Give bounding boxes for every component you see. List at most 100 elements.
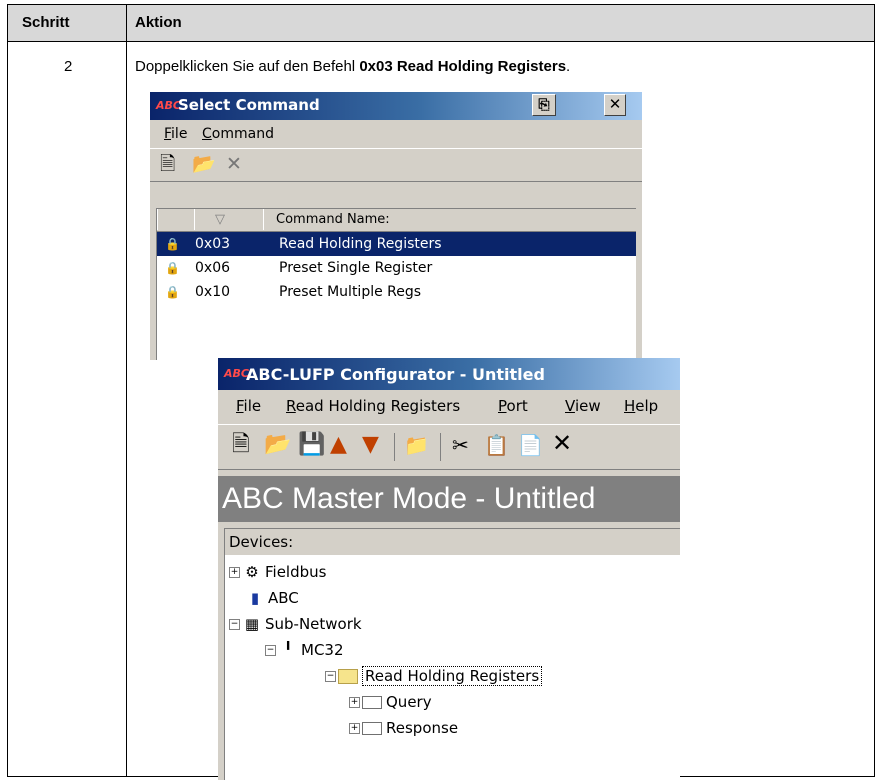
paste-icon[interactable]: 📄 bbox=[518, 432, 543, 458]
menu-command-rest: ommand bbox=[211, 126, 274, 142]
configurator-toolbar: 🗎 📂 💾 ▲ ▼ 📁 ✂ 📋 📄 ✕ bbox=[218, 424, 680, 470]
configurator-window: ABC ABC-LUFP Configurator - Untitled Fil… bbox=[218, 358, 680, 780]
menu-file[interactable]: File bbox=[164, 126, 187, 142]
action-text: Doppelklicken Sie auf den Befehl 0x03 Re… bbox=[135, 58, 570, 75]
command-code: 0x03 bbox=[195, 236, 231, 252]
print-icon[interactable]: ⎘ bbox=[532, 94, 556, 116]
tree-label: MC32 bbox=[301, 641, 344, 659]
select-command-window: ABC Select Command ⎘ ✕ File Command 🗎 📂 … bbox=[150, 92, 642, 360]
action-command: 0x03 Read Holding Registers bbox=[359, 58, 567, 75]
menu-port-key: P bbox=[498, 397, 507, 415]
lock-icon: 🔒 bbox=[165, 261, 180, 275]
command-row[interactable]: 🔒 0x03 Read Holding Registers bbox=[157, 232, 636, 256]
new-icon[interactable]: 🗎 bbox=[232, 432, 250, 458]
app-logo-icon: ABC bbox=[156, 99, 181, 112]
node-icon: ╹ bbox=[283, 641, 293, 659]
tree-item-fieldbus[interactable]: + ⚙ Fieldbus bbox=[229, 561, 326, 583]
column-divider bbox=[126, 5, 127, 776]
tree-item-response[interactable]: + Response bbox=[349, 717, 458, 739]
menu-view[interactable]: View bbox=[565, 397, 601, 415]
command-row[interactable]: 🔒 0x10 Preset Multiple Regs bbox=[157, 280, 636, 304]
close-icon[interactable]: ✕ bbox=[604, 94, 626, 116]
cut-icon[interactable]: ✂ bbox=[452, 432, 469, 458]
menu-file-key: F bbox=[236, 397, 244, 415]
command-code: 0x06 bbox=[195, 260, 231, 276]
tree-item-read-holding-registers[interactable]: − Read Holding Registers bbox=[325, 665, 543, 687]
upload-icon[interactable]: ▲ bbox=[330, 432, 347, 458]
tree-label: Response bbox=[386, 719, 459, 737]
lock-icon: 🔒 bbox=[165, 237, 180, 251]
expand-icon[interactable]: + bbox=[349, 723, 360, 734]
tree-label: Read Holding Registers bbox=[362, 666, 543, 686]
menu-file-rest: ile bbox=[171, 126, 188, 142]
action-prefix: Doppelklicken Sie auf den Befehl bbox=[135, 58, 360, 75]
menu-help-key: H bbox=[624, 397, 636, 415]
network-icon: ▦ bbox=[244, 615, 260, 633]
save-icon[interactable]: 💾 bbox=[298, 432, 325, 458]
menu-file-key: F bbox=[164, 126, 172, 142]
tree-label: Fieldbus bbox=[265, 563, 327, 581]
collapse-icon[interactable]: − bbox=[265, 645, 276, 656]
menu-read-holding-registers[interactable]: Read Holding Registers bbox=[286, 397, 460, 415]
mode-banner: ABC Master Mode - Untitled bbox=[218, 476, 680, 522]
command-name: Read Holding Registers bbox=[279, 236, 442, 252]
menu-help[interactable]: Help bbox=[624, 397, 658, 415]
configurator-title: ABC-LUFP Configurator - Untitled bbox=[246, 365, 545, 384]
configurator-menubar: File Read Holding Registers Port View He… bbox=[218, 392, 680, 420]
download-icon[interactable]: ▼ bbox=[362, 432, 379, 458]
toolbar-separator bbox=[394, 433, 395, 461]
collapse-icon[interactable]: − bbox=[325, 671, 336, 682]
command-name: Preset Single Register bbox=[279, 260, 433, 276]
menu-port[interactable]: Port bbox=[498, 397, 528, 415]
command-name-header[interactable]: Command Name: bbox=[263, 209, 624, 230]
lock-icon: 🔒 bbox=[165, 285, 180, 299]
folder-icon bbox=[338, 669, 358, 684]
sort-arrow-icon[interactable]: ▽ bbox=[194, 209, 264, 230]
step-number: 2 bbox=[64, 58, 73, 75]
open-icon[interactable]: 📂 bbox=[264, 432, 291, 458]
command-list-header: ▽ Command Name: bbox=[157, 209, 636, 232]
tree-label: Sub-Network bbox=[265, 615, 362, 633]
delete-icon[interactable]: ✕ bbox=[552, 430, 572, 456]
envelope-icon bbox=[362, 696, 382, 709]
menu-command[interactable]: Command bbox=[202, 126, 274, 142]
tree-item-subnetwork[interactable]: − ▦ Sub-Network bbox=[229, 613, 362, 635]
envelope-icon bbox=[362, 722, 382, 735]
folder-up-icon[interactable]: 📁 bbox=[404, 432, 429, 458]
menu-port-rest: ort bbox=[506, 397, 528, 415]
tree-label: ABC bbox=[268, 589, 299, 607]
tree-label: Query bbox=[386, 693, 432, 711]
tree-item-abc[interactable]: ▮ ABC bbox=[245, 587, 299, 609]
select-command-toolbar: 🗎 📂 ✕ bbox=[150, 148, 642, 182]
devices-panel: Devices: + ⚙ Fieldbus ▮ ABC − ▦ Sub-Network −… bbox=[224, 528, 680, 780]
delete-icon[interactable]: ✕ bbox=[226, 151, 242, 177]
menu-command-key: C bbox=[202, 126, 212, 142]
copy-icon[interactable]: 📋 bbox=[484, 432, 509, 458]
command-row[interactable]: 🔒 0x06 Preset Single Register bbox=[157, 256, 636, 280]
menu-file-rest: ile bbox=[243, 397, 262, 415]
device-icon: ▮ bbox=[250, 589, 260, 607]
lock-column-header[interactable] bbox=[157, 209, 195, 230]
open-icon[interactable]: 📂 bbox=[192, 151, 216, 177]
fieldbus-icon: ⚙ bbox=[245, 563, 259, 581]
devices-label: Devices: bbox=[225, 529, 680, 555]
configurator-titlebar: ABC ABC-LUFP Configurator - Untitled bbox=[218, 358, 680, 390]
command-list: ▽ Command Name: 🔒 0x03 Read Holding Regi… bbox=[156, 208, 636, 360]
menu-view-key: V bbox=[565, 397, 575, 415]
menu-file[interactable]: File bbox=[236, 397, 261, 415]
command-name: Preset Multiple Regs bbox=[279, 284, 422, 300]
menu-view-rest: iew bbox=[574, 397, 601, 415]
toolbar-separator bbox=[440, 433, 441, 461]
tree-item-query[interactable]: + Query bbox=[349, 691, 432, 713]
collapse-icon[interactable]: − bbox=[229, 619, 240, 630]
new-icon[interactable]: 🗎 bbox=[160, 151, 175, 177]
select-command-title: Select Command bbox=[178, 96, 320, 114]
tree-item-mc32[interactable]: − ╹ MC32 bbox=[265, 639, 344, 661]
expand-icon[interactable]: + bbox=[349, 697, 360, 708]
menu-read-rest: ead Holding Registers bbox=[295, 397, 461, 415]
select-command-menubar: File Command bbox=[150, 122, 642, 146]
select-command-titlebar: ABC Select Command ⎘ ✕ bbox=[150, 92, 642, 120]
app-logo-icon: ABC bbox=[224, 367, 249, 380]
expand-icon[interactable]: + bbox=[229, 567, 240, 578]
table-header: Schritt Aktion bbox=[8, 5, 874, 42]
